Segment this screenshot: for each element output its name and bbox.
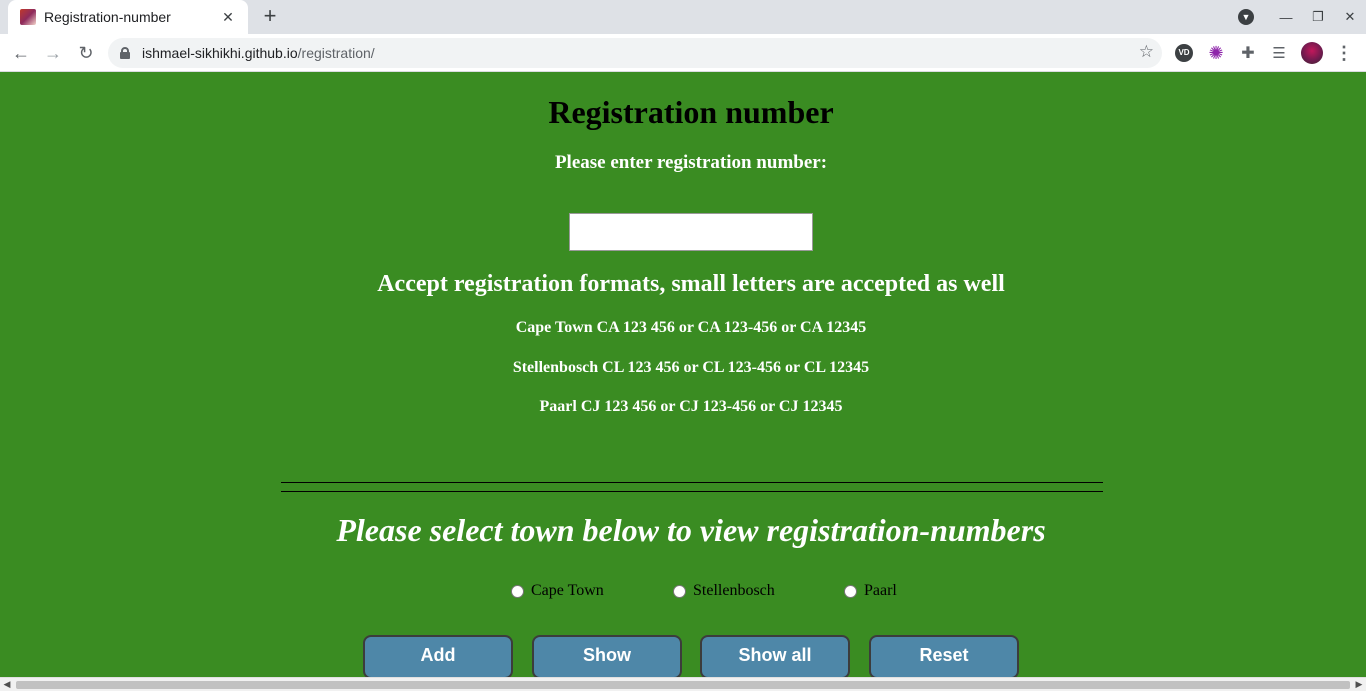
radio-label-cape-town: Cape Town — [531, 582, 604, 599]
reset-button[interactable]: Reset — [869, 635, 1019, 677]
format-cape-town: Cape Town CA 123 456 or CA 123-456 or CA… — [515, 319, 867, 336]
format-paarl: Paarl CJ 123 456 or CJ 123-456 or CJ 123… — [539, 398, 843, 415]
reload-icon[interactable]: ↻ — [74, 41, 98, 65]
menu-dots-icon[interactable]: ⋮ — [1332, 41, 1356, 65]
formats-heading: Accept registration formats, small lette… — [377, 271, 1005, 297]
radio-circle-icon[interactable] — [511, 584, 524, 598]
scrollbar-thumb[interactable] — [16, 681, 1350, 689]
extension-flower-icon[interactable]: ✺ — [1204, 41, 1228, 65]
star-icon[interactable]: ☆ — [1139, 42, 1154, 62]
radio-label-stellenbosch: Stellenbosch — [693, 582, 775, 599]
extension-vd-icon[interactable]: VD — [1172, 41, 1196, 65]
radio-cape-town[interactable]: Cape Town — [511, 582, 604, 600]
close-window-icon[interactable]: ✕ — [1334, 9, 1366, 25]
show-all-button[interactable]: Show all — [700, 635, 850, 677]
browser-tab[interactable]: Registration-number ✕ — [8, 0, 248, 34]
minimize-icon[interactable]: — — [1270, 10, 1302, 25]
format-stellenbosch: Stellenbosch CL 123 456 or CL 123-456 or… — [512, 359, 870, 376]
restore-icon[interactable]: ❐ — [1302, 9, 1334, 25]
extensions-puzzle-icon[interactable]: ✚ — [1236, 41, 1260, 65]
tab-search-icon[interactable]: ▼ — [1238, 9, 1254, 25]
url-host: ishmael-sikhikhi.github.io — [142, 45, 298, 61]
scroll-left-icon[interactable]: ◀ — [0, 679, 14, 690]
horizontal-scrollbar[interactable]: ◀ ▶ — [0, 677, 1366, 691]
media-list-icon[interactable]: ☰ — [1267, 41, 1291, 65]
registration-input[interactable] — [569, 213, 813, 251]
show-button[interactable]: Show — [532, 635, 682, 677]
back-arrow-icon[interactable]: ← — [9, 41, 33, 65]
tab-close-icon[interactable]: ✕ — [220, 9, 236, 26]
lock-icon[interactable] — [120, 47, 130, 59]
select-town-heading: Please select town below to view registr… — [336, 512, 1046, 548]
tab-strip: Registration-number ✕ + ▼ — ❐ ✕ — [0, 0, 1366, 34]
profile-avatar-icon[interactable] — [1300, 41, 1324, 65]
registration-prompt: Please enter registration number: — [554, 152, 828, 173]
tab-title: Registration-number — [44, 9, 171, 25]
scroll-right-icon[interactable]: ▶ — [1352, 679, 1366, 690]
radio-circle-icon[interactable] — [673, 584, 686, 598]
url-path: /registration/ — [297, 45, 375, 61]
address-bar[interactable]: ishmael-sikhikhi.github.io/registration/… — [108, 38, 1162, 68]
radio-circle-icon[interactable] — [844, 584, 857, 598]
new-tab-button[interactable]: + — [258, 5, 282, 29]
page-title: Registration number — [548, 94, 834, 130]
divider-top — [281, 482, 1103, 483]
browser-toolbar: ← → ↻ ishmael-sikhikhi.github.io/registr… — [0, 34, 1366, 72]
divider-bottom — [281, 491, 1103, 492]
add-button[interactable]: Add — [363, 635, 513, 677]
favicon-icon — [20, 9, 36, 25]
window-controls: ▼ — ❐ ✕ — [1238, 0, 1366, 34]
page-content: Registration number Please enter registr… — [0, 72, 1366, 677]
radio-stellenbosch[interactable]: Stellenbosch — [673, 582, 775, 600]
radio-label-paarl: Paarl — [864, 582, 897, 599]
forward-arrow-icon[interactable]: → — [41, 41, 65, 65]
radio-paarl[interactable]: Paarl — [844, 582, 897, 600]
